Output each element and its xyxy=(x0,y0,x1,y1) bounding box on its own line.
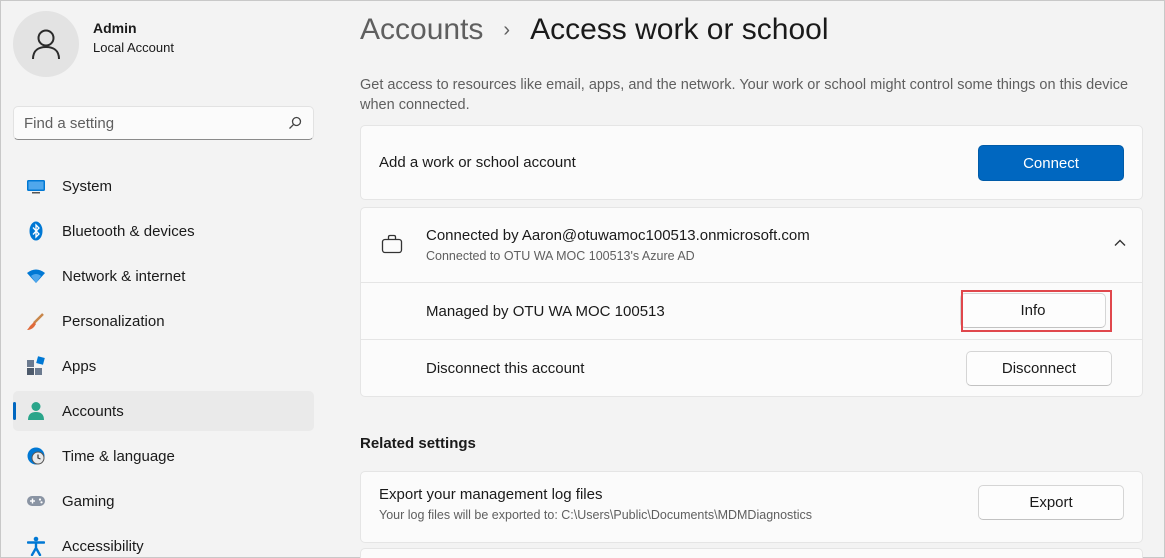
disconnect-label: Disconnect this account xyxy=(426,360,585,377)
sidebar-item-label: Apps xyxy=(62,357,97,375)
sidebar: Admin Local Account System Bluetooth & d… xyxy=(1,1,331,558)
export-logs-card: Export your management log files Your lo… xyxy=(360,471,1143,543)
user-profile[interactable]: Admin Local Account xyxy=(13,11,174,77)
sidebar-item-time-language[interactable]: Time & language xyxy=(13,436,314,476)
search-box[interactable] xyxy=(13,106,314,140)
sidebar-item-label: Bluetooth & devices xyxy=(62,222,195,240)
sidebar-item-gaming[interactable]: Gaming xyxy=(13,481,314,521)
sidebar-item-label: Accessibility xyxy=(62,537,144,555)
sidebar-item-label: Time & language xyxy=(62,447,175,465)
sidebar-item-label: System xyxy=(62,177,113,195)
search-input[interactable] xyxy=(24,114,287,132)
clock-globe-icon xyxy=(26,446,46,466)
export-logs-title: Export your management log files xyxy=(379,486,603,503)
main-content: Accounts › Access work or school Get acc… xyxy=(360,1,1147,558)
next-card-partial xyxy=(360,548,1143,558)
managed-by-row: Managed by OTU WA MOC 100513 Info xyxy=(361,283,1142,340)
gamepad-icon xyxy=(26,491,46,511)
brush-icon xyxy=(26,311,46,331)
accessibility-icon xyxy=(26,536,46,556)
bluetooth-icon xyxy=(26,221,46,241)
sidebar-item-label: Personalization xyxy=(62,312,165,330)
avatar[interactable] xyxy=(13,11,79,77)
add-account-label: Add a work or school account xyxy=(379,154,576,171)
sidebar-item-label: Gaming xyxy=(62,492,115,510)
disconnect-row: Disconnect this account Disconnect xyxy=(361,340,1142,397)
page-description: Get access to resources like email, apps… xyxy=(360,77,1129,113)
breadcrumb-parent[interactable]: Accounts xyxy=(360,13,483,47)
managed-by-label: Managed by OTU WA MOC 100513 xyxy=(426,303,665,320)
chevron-up-icon[interactable] xyxy=(1112,235,1128,251)
info-button[interactable]: Info xyxy=(960,293,1106,328)
disconnect-button[interactable]: Disconnect xyxy=(966,351,1112,386)
briefcase-icon xyxy=(381,234,403,254)
sidebar-item-label: Accounts xyxy=(62,402,124,420)
sidebar-item-accessibility[interactable]: Accessibility xyxy=(13,526,314,558)
connected-account-card: Connected by Aaron@otuwamoc100513.onmicr… xyxy=(360,207,1143,397)
connect-button[interactable]: Connect xyxy=(978,145,1124,181)
sidebar-nav: System Bluetooth & devices Network & int… xyxy=(13,166,314,558)
breadcrumb-separator: › xyxy=(503,18,511,41)
sidebar-item-personalization[interactable]: Personalization xyxy=(13,301,314,341)
profile-name: Admin xyxy=(93,19,137,36)
sidebar-item-apps[interactable]: Apps xyxy=(13,346,314,386)
apps-icon xyxy=(26,356,46,376)
sidebar-item-accounts[interactable]: Accounts xyxy=(13,391,314,431)
export-logs-subtitle: Your log files will be exported to: C:\U… xyxy=(379,508,813,522)
network-icon xyxy=(26,266,46,286)
system-icon xyxy=(26,176,46,196)
breadcrumb: Accounts › Access work or school xyxy=(360,13,829,47)
sidebar-item-network[interactable]: Network & internet xyxy=(13,256,314,296)
sidebar-item-bluetooth[interactable]: Bluetooth & devices xyxy=(13,211,314,251)
accounts-icon xyxy=(26,401,46,421)
profile-account-type: Local Account xyxy=(93,39,174,55)
export-button[interactable]: Export xyxy=(978,485,1124,520)
sidebar-item-system[interactable]: System xyxy=(13,166,314,206)
connected-account-subtitle: Connected to OTU WA MOC 100513's Azure A… xyxy=(426,249,695,263)
related-settings-heading: Related settings xyxy=(360,435,476,452)
add-account-card: Add a work or school account Connect xyxy=(360,125,1143,200)
person-icon xyxy=(32,29,60,60)
page-title: Access work or school xyxy=(530,13,829,46)
sidebar-item-label: Network & internet xyxy=(62,267,186,285)
connected-account-header[interactable]: Connected by Aaron@otuwamoc100513.onmicr… xyxy=(361,208,1142,283)
connected-account-title: Connected by Aaron@otuwamoc100513.onmicr… xyxy=(426,227,810,244)
search-icon[interactable] xyxy=(287,115,303,131)
